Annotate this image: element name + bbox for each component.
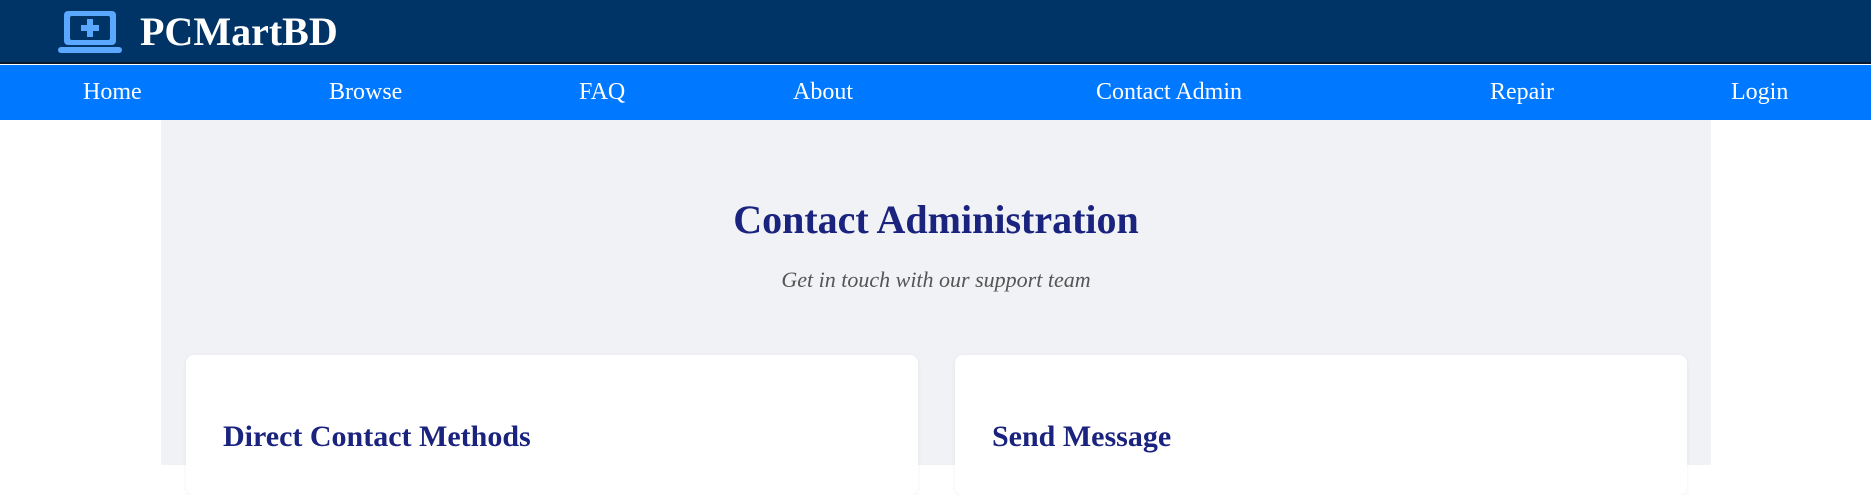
page-subtitle: Get in touch with our support team (781, 267, 1091, 292)
card-title-direct-contact: Direct Contact Methods (223, 420, 531, 453)
main-nav: Home Browse FAQ About Contact Admin Repa… (0, 65, 1871, 120)
send-message-card: Send Message (955, 355, 1687, 495)
nav-item-contact-admin[interactable]: Contact Admin (1096, 65, 1242, 120)
brand-name[interactable]: PCMartBD (140, 7, 338, 57)
nav-item-repair[interactable]: Repair (1490, 65, 1554, 120)
laptop-plus-icon[interactable] (58, 9, 122, 55)
direct-contact-card: Direct Contact Methods (186, 355, 918, 495)
nav-item-browse[interactable]: Browse (329, 65, 402, 120)
nav-item-faq[interactable]: FAQ (579, 65, 625, 120)
top-header: PCMartBD (0, 0, 1871, 64)
nav-item-login[interactable]: Login (1731, 65, 1788, 120)
page-title: Contact Administration (733, 197, 1139, 242)
content-panel: Contact Administration Get in touch with… (161, 120, 1711, 495)
card-title-send-message: Send Message (992, 420, 1172, 453)
nav-item-home[interactable]: Home (83, 65, 142, 120)
nav-item-about[interactable]: About (793, 65, 853, 120)
